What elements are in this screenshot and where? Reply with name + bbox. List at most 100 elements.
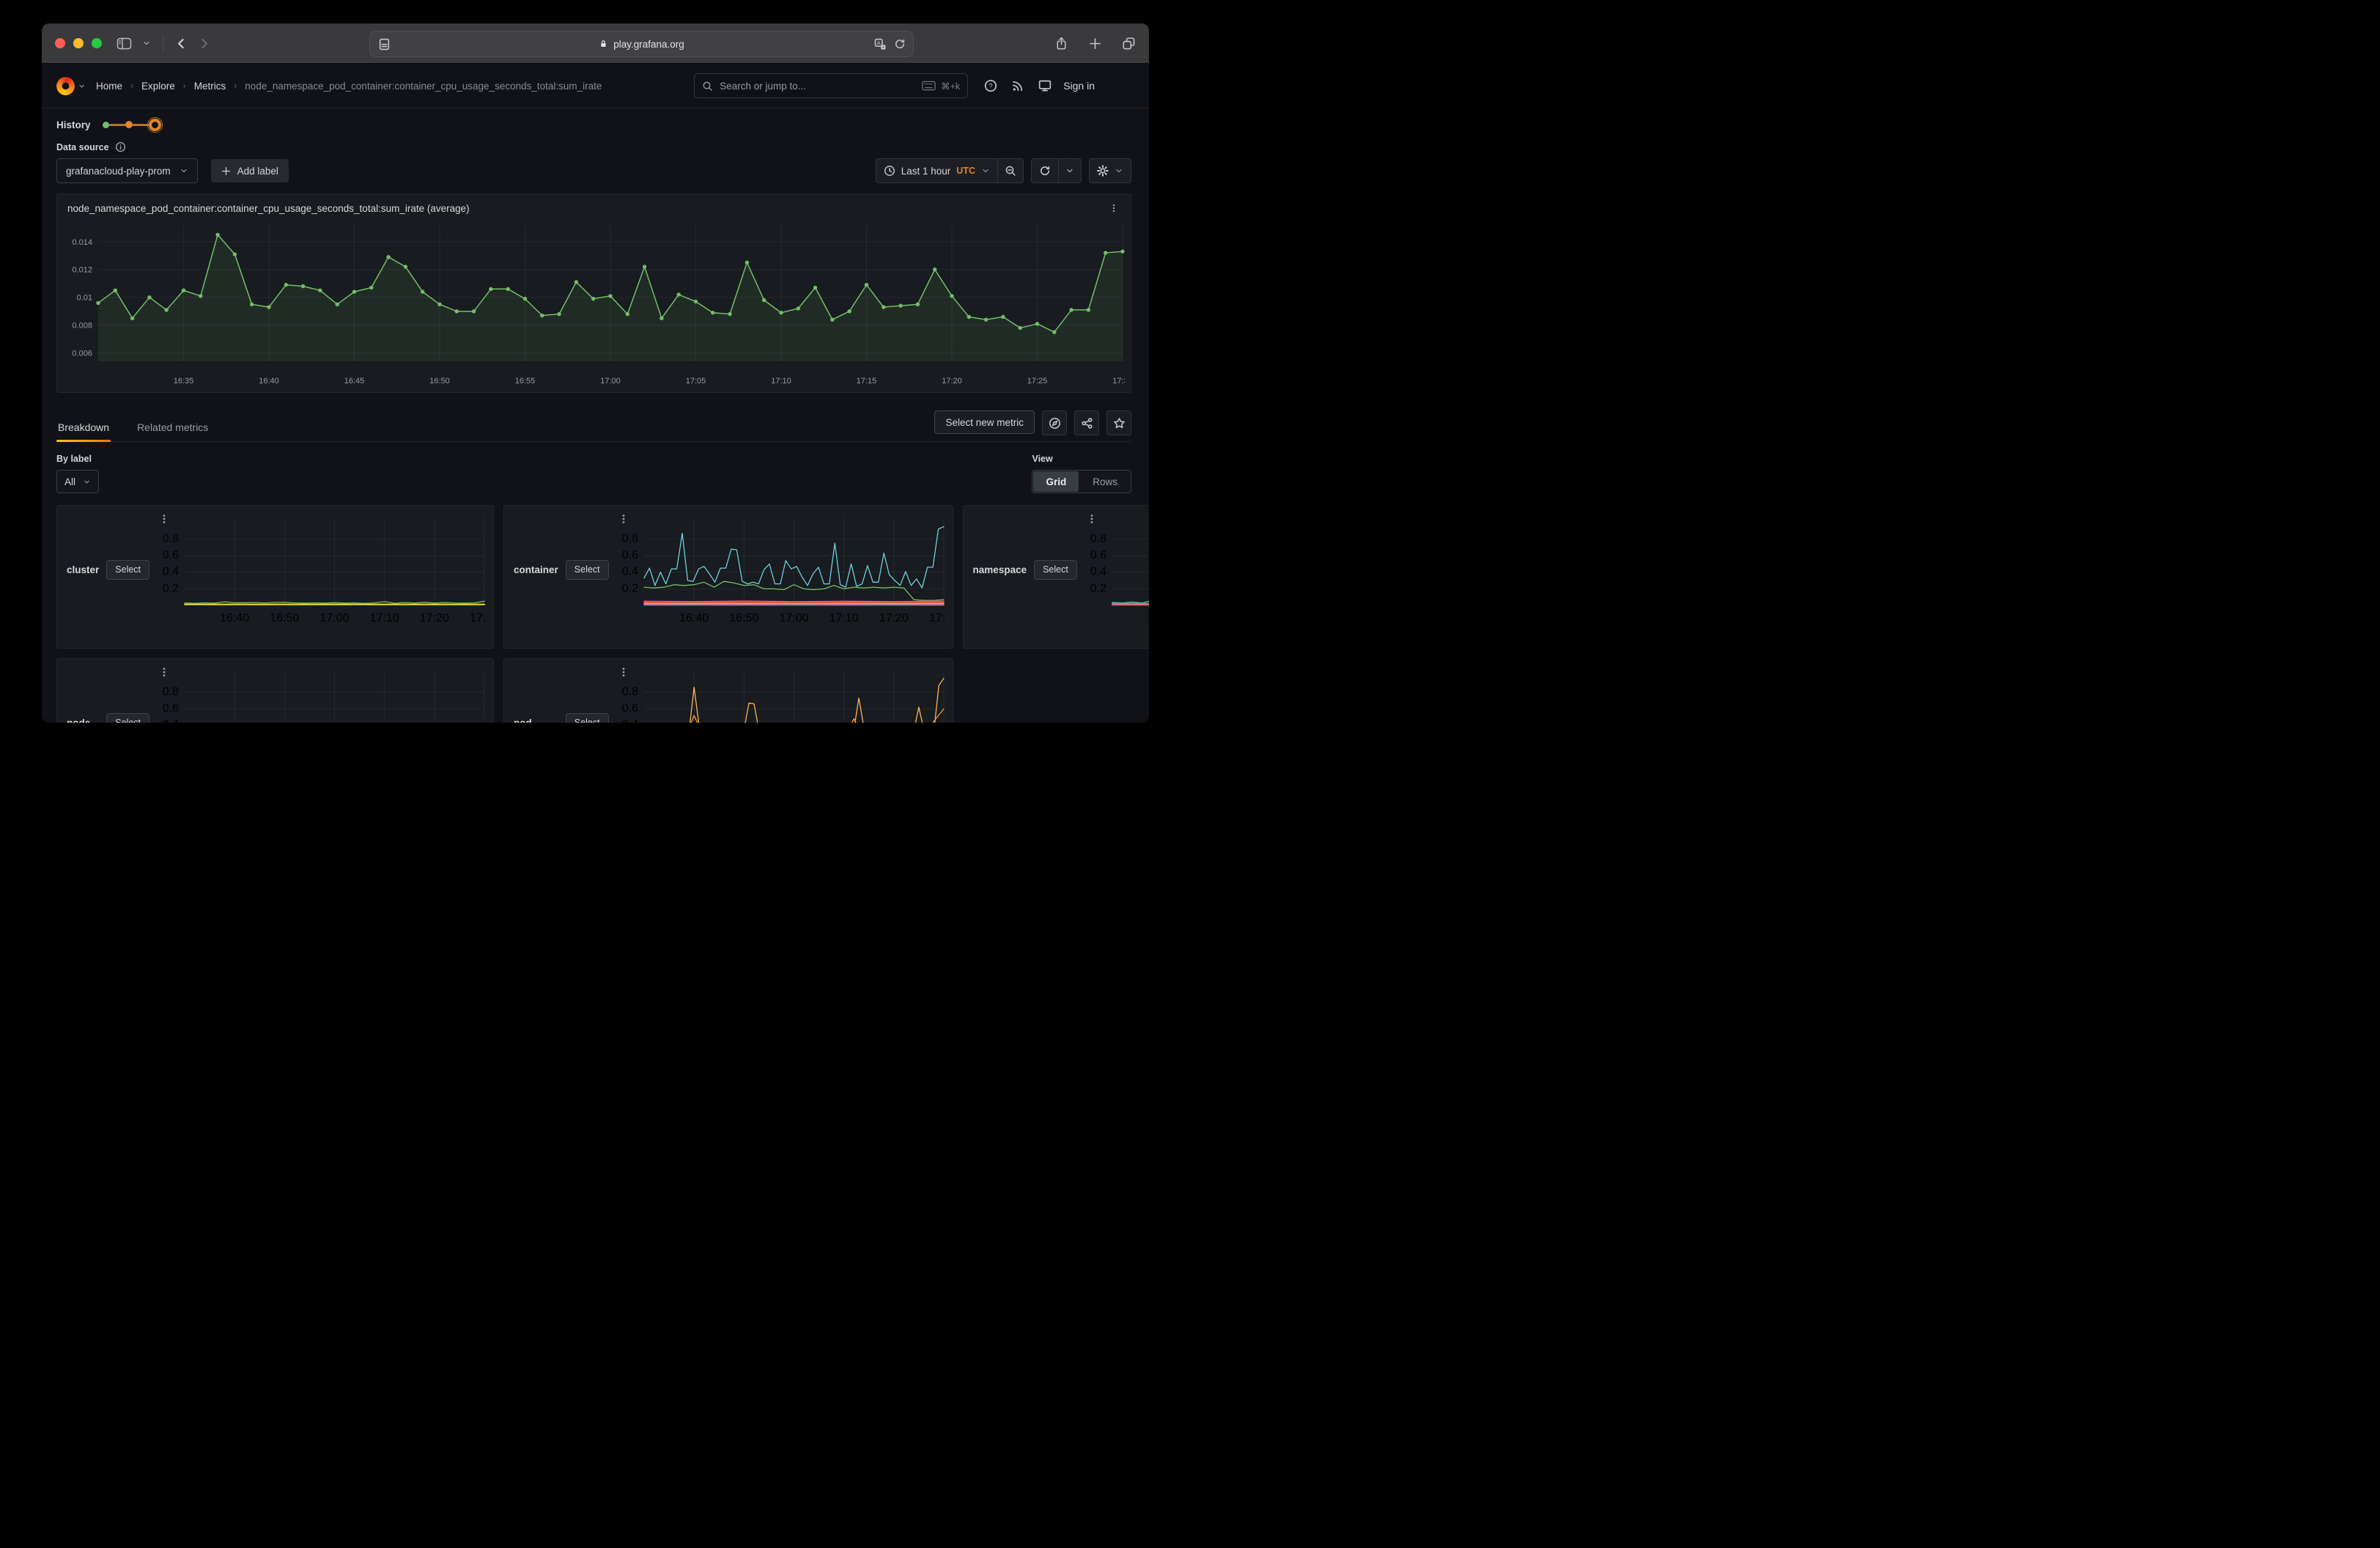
browser-window: play.grafana.org A✦ [42, 23, 1149, 723]
breakdown-controls: By label All View Grid Rows [56, 454, 1131, 493]
share-icon[interactable] [1054, 37, 1068, 51]
panel-title: cluster [67, 564, 99, 575]
explore-compass-button[interactable] [1042, 410, 1067, 435]
forward-icon[interactable] [198, 37, 210, 50]
label-panel: pod Select 0.20.40.60.816:4016:5017:0017… [503, 658, 953, 723]
settings-button[interactable] [1090, 159, 1131, 183]
svg-text:0.2: 0.2 [163, 582, 179, 594]
svg-text:0.8: 0.8 [163, 532, 179, 545]
breadcrumb-item[interactable]: Home [96, 81, 122, 92]
zoom-out-time-button[interactable] [997, 159, 1023, 183]
by-label-value: All [64, 476, 75, 487]
svg-text:16:35: 16:35 [174, 377, 194, 386]
svg-text:0.2: 0.2 [1090, 582, 1106, 594]
refresh-interval-chevron[interactable] [1058, 159, 1081, 183]
select-label-button[interactable]: Select [106, 713, 149, 723]
add-label-button[interactable]: Add label [211, 159, 289, 183]
minimize-window-button[interactable] [73, 38, 84, 48]
svg-text:0.014: 0.014 [72, 238, 92, 247]
sidebar-toggle-icon[interactable] [117, 37, 132, 50]
gear-icon [1097, 165, 1109, 177]
panel-menu-icon[interactable]: 0.20.40.60.816:4016:5017:0017:1017:2017:… [1084, 512, 1149, 627]
panel-title: namespace [973, 564, 1027, 575]
new-tab-icon[interactable] [1089, 37, 1101, 50]
page-settings-icon[interactable] [378, 38, 391, 51]
breadcrumb: Home›Explore›Metrics›node_namespace_pod_… [96, 81, 602, 92]
grafana-app: Home›Explore›Metrics›node_namespace_pod_… [42, 64, 1149, 723]
back-icon[interactable] [175, 37, 188, 50]
history-label: History [56, 119, 91, 130]
history-current-step-icon[interactable] [149, 119, 161, 131]
close-window-button[interactable] [55, 38, 65, 48]
url-text[interactable]: play.grafana.org [613, 39, 684, 50]
history-step-icon[interactable] [103, 122, 109, 128]
history-timeline[interactable] [103, 119, 161, 131]
tab-overview-icon[interactable] [1122, 37, 1136, 51]
svg-text:16:50: 16:50 [729, 612, 758, 624]
chevron-down-icon [180, 166, 188, 175]
svg-text:17:25: 17:25 [1027, 377, 1048, 386]
breadcrumb-item[interactable]: Metrics [194, 81, 226, 92]
svg-text:0.6: 0.6 [163, 549, 179, 561]
select-label-button[interactable]: Select [566, 713, 609, 723]
org-switcher-chevron-icon[interactable] [78, 82, 86, 90]
refresh-button[interactable] [1032, 159, 1058, 183]
panel-menu-icon[interactable]: 0.20.40.60.816:4016:5017:0017:1017:2017:… [157, 665, 488, 723]
refresh-group [1031, 158, 1082, 183]
translate-icon[interactable]: A✦ [874, 38, 887, 51]
view-label: View [1032, 454, 1131, 464]
select-label-button[interactable]: Select [566, 560, 609, 580]
panel-menu-icon[interactable] [1107, 201, 1120, 215]
settings-group [1089, 158, 1131, 183]
label-panel: cluster Select 0.20.40.60.816:4016:5017:… [56, 505, 494, 649]
history-step-icon[interactable] [125, 121, 133, 128]
panel-menu-icon[interactable]: 0.20.40.60.816:4016:5017:0017:1017:2017:… [157, 512, 488, 627]
breadcrumb-separator-icon: › [130, 81, 133, 91]
svg-text:A: A [877, 40, 881, 46]
info-icon[interactable] [115, 141, 126, 152]
address-bar[interactable]: play.grafana.org A✦ [369, 31, 914, 57]
svg-text:17:10: 17:10 [829, 612, 858, 624]
search-input[interactable]: Search or jump to... ⌘+k [694, 73, 968, 98]
svg-text:17:10: 17:10 [771, 377, 791, 386]
breadcrumb-separator-icon: › [234, 81, 237, 91]
svg-text:0.006: 0.006 [72, 350, 92, 358]
chevron-down-icon [981, 166, 990, 175]
grafana-logo-icon[interactable] [53, 73, 78, 97]
zoom-window-button[interactable] [92, 38, 102, 48]
panel-title: pod [514, 718, 532, 723]
by-label-label: By label [56, 454, 99, 464]
sign-in-button[interactable]: Sign in [1063, 80, 1095, 92]
svg-text:0.6: 0.6 [621, 549, 638, 561]
data-source-select[interactable]: grafanacloud-play-prom [56, 158, 198, 183]
label-timeseries-chart[interactable] [969, 630, 1149, 723]
select-label-button[interactable]: Select [106, 560, 149, 580]
svg-text:0.4: 0.4 [163, 566, 179, 578]
breadcrumb-item[interactable]: node_namespace_pod_container:container_c… [245, 81, 602, 92]
sidebar-chevron-icon[interactable] [142, 39, 151, 48]
news-rss-icon[interactable] [1011, 79, 1024, 92]
tab-breakdown[interactable]: Breakdown [56, 417, 111, 441]
panel-menu-icon[interactable]: 0.20.40.60.816:4016:5017:0017:1017:2017:… [616, 512, 947, 627]
breadcrumb-item[interactable]: Explore [141, 81, 175, 92]
select-new-metric-button[interactable]: Select new metric [934, 410, 1035, 434]
window-controls [55, 38, 102, 48]
main-timeseries-chart[interactable]: 0.0060.0080.010.0120.01416:3516:4016:451… [63, 218, 1125, 391]
panel-title: container [514, 564, 558, 575]
tab-related-metrics[interactable]: Related metrics [136, 417, 210, 441]
by-label-select[interactable]: All [56, 470, 99, 493]
view-grid-option[interactable]: Grid [1033, 471, 1079, 492]
select-label-button[interactable]: Select [1034, 560, 1077, 580]
panel-menu-icon[interactable]: 0.20.40.60.816:4016:5017:0017:1017:2017:… [616, 665, 947, 723]
grafana-top-nav: Home›Explore›Metrics›node_namespace_pod_… [42, 64, 1149, 108]
view-rows-option[interactable]: Rows [1080, 471, 1130, 492]
share-link-button[interactable] [1074, 410, 1099, 435]
help-icon[interactable]: ? [984, 79, 997, 92]
monitor-icon[interactable] [1038, 79, 1052, 92]
history-connector [109, 124, 125, 126]
reload-icon[interactable] [894, 38, 906, 50]
svg-text:0.01: 0.01 [77, 294, 92, 303]
star-button[interactable] [1106, 410, 1131, 435]
time-range-button[interactable]: Last 1 hour UTC [876, 159, 997, 183]
label-panel: namespace Select 0.20.40.60.816:4016:501… [963, 505, 1149, 649]
